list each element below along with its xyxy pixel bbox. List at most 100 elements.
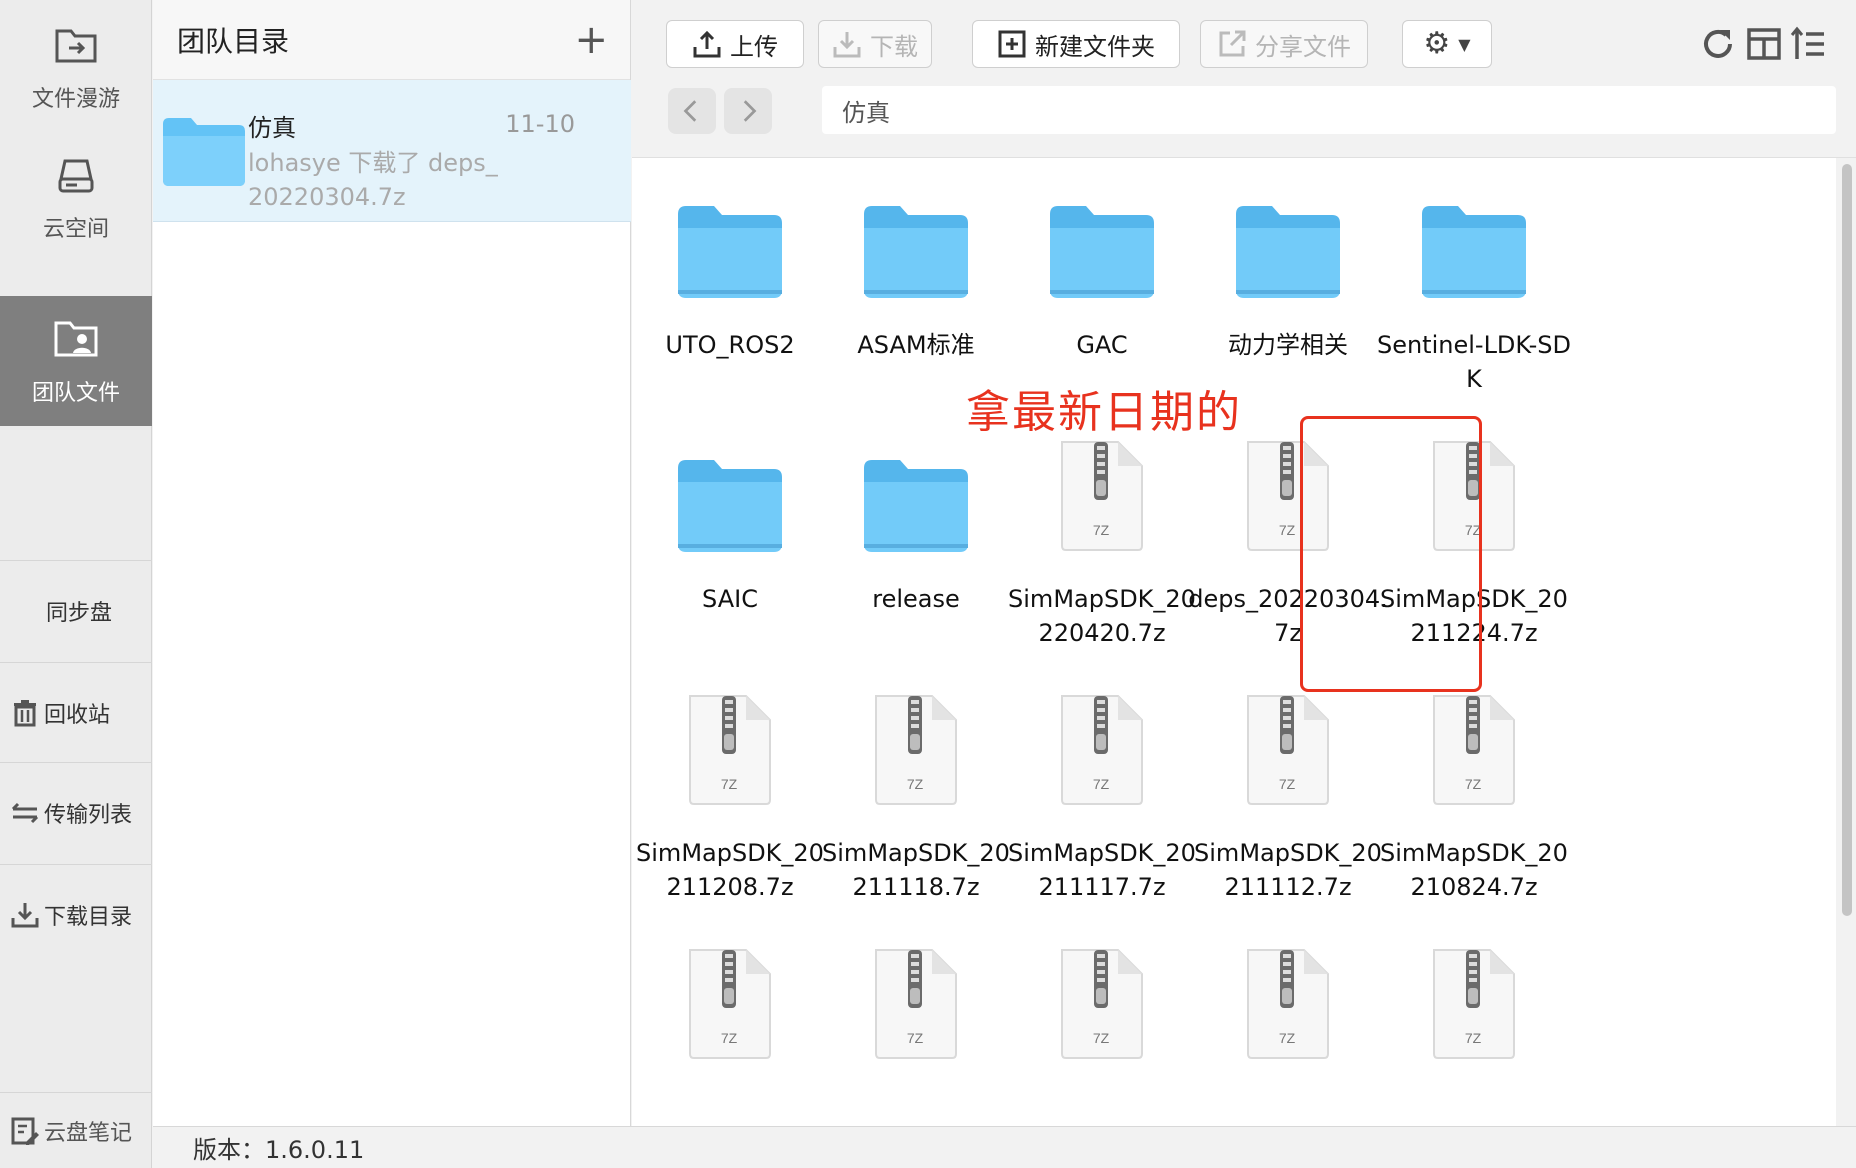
file-name: GAC (1076, 331, 1128, 359)
svg-text:7Z: 7Z (907, 1030, 924, 1046)
annotation-highlight-box (1300, 416, 1482, 692)
new-folder-button[interactable]: 新建文件夹 (972, 20, 1180, 68)
upload-button[interactable]: 上传 (666, 20, 804, 68)
file-name: UTO_ROS2 (665, 331, 795, 359)
file-name: ASAM标准 (857, 331, 975, 359)
share-file-button[interactable]: 分享文件 (1200, 20, 1368, 68)
archive-file-tile[interactable]: 7Z SimMapSDK_20211117.7z (1002, 686, 1202, 904)
archive-file-tile[interactable]: 7Z (1188, 940, 1388, 1090)
folder-tile[interactable]: ASAM标准 (816, 178, 1016, 362)
file-name: SimMapSDK_20210824.7z (1380, 839, 1568, 901)
scrollbar[interactable] (1836, 158, 1856, 1126)
nav-file-roaming[interactable]: 文件漫游 (0, 2, 152, 132)
archive-file-tile[interactable]: 7Z SimMapSDK_20211208.7z (632, 686, 830, 904)
breadcrumb[interactable]: 仿真 (822, 86, 1836, 134)
download-icon (833, 32, 861, 58)
folder-tile[interactable]: release (816, 432, 1016, 616)
zip-file-icon: 7Z (1404, 940, 1544, 1060)
toolbar: 上传 下载 新建文件夹 分享文件 ⚙ ▼ 仿真 (632, 0, 1856, 158)
left-nav: 文件漫游 云空间 团队文件 同步盘 回收站 传输列表 下载目录 云盘笔记 (0, 0, 152, 1168)
sort-list-icon[interactable] (1788, 24, 1828, 64)
chevron-left-icon (683, 100, 697, 122)
file-name: SAIC (702, 585, 758, 613)
nav-item-label: 传输列表 (44, 802, 133, 828)
nav-item-label: 文件漫游 (31, 87, 120, 112)
svg-text:7Z: 7Z (1093, 522, 1110, 538)
archive-file-tile[interactable]: 7Z (632, 940, 830, 1090)
zip-file-icon: 7Z (1218, 686, 1358, 806)
nav-sync-disk[interactable]: 同步盘 (0, 560, 152, 660)
nav-item-label: 云空间 (42, 217, 109, 242)
svg-text:7Z: 7Z (721, 776, 738, 792)
svg-text:7Z: 7Z (1093, 776, 1110, 792)
zip-file-icon: 7Z (1032, 686, 1172, 806)
cloud-drive-icon (58, 159, 94, 193)
archive-file-tile[interactable]: 7Z SimMapSDK_20211112.7z (1188, 686, 1388, 904)
nav-cloud-space[interactable]: 云空间 (0, 132, 152, 262)
archive-file-tile[interactable]: 7Z SimMapSDK_20211118.7z (816, 686, 1016, 904)
folder-tile[interactable]: SAIC (632, 432, 830, 616)
upload-icon (693, 30, 721, 58)
archive-file-tile[interactable]: 7Z SimMapSDK_20220420.7z (1002, 432, 1202, 650)
svg-text:7Z: 7Z (1279, 1030, 1296, 1046)
archive-file-tile[interactable]: 7Z (1002, 940, 1202, 1090)
file-browser: 上传 下载 新建文件夹 分享文件 ⚙ ▼ 仿真 7Z 7Z 7Z 7Z 7Z 7… (632, 0, 1856, 1126)
archive-file-tile[interactable]: 7Z SimMapSDK_20210824.7z (1374, 686, 1574, 904)
nav-item-label: 云盘笔记 (44, 1120, 133, 1146)
nav-item-label: 同步盘 (46, 600, 113, 626)
svg-text:7Z: 7Z (1093, 1030, 1110, 1046)
download-button[interactable]: 下载 (818, 20, 932, 68)
split-layout-icon[interactable] (1744, 24, 1784, 64)
folder-tile[interactable]: GAC (1002, 178, 1202, 362)
svg-text:7Z: 7Z (1279, 522, 1296, 538)
file-name: SimMapSDK_20211118.7z (822, 839, 1010, 901)
plus-icon[interactable]: + (574, 20, 608, 60)
nav-recycle-bin[interactable]: 回收站 (0, 662, 152, 762)
nav-item-label: 回收站 (44, 702, 111, 728)
archive-file-tile[interactable]: 7Z (1374, 940, 1574, 1090)
folder-tile[interactable]: UTO_ROS2 (632, 178, 830, 362)
folder-icon (846, 178, 986, 298)
gear-icon: ⚙ (1423, 26, 1451, 61)
folder-icon (660, 178, 800, 298)
nav-cloud-notes[interactable]: 云盘笔记 (0, 1092, 152, 1168)
folder-icon (846, 432, 986, 552)
zip-file-icon: 7Z (660, 940, 800, 1060)
settings-dropdown[interactable]: ⚙ ▼ (1402, 20, 1492, 68)
archive-file-tile[interactable]: 7Z (816, 940, 1016, 1090)
zip-file-icon: 7Z (660, 686, 800, 806)
add-folder-icon (998, 30, 1026, 58)
file-name: SimMapSDK_20220420.7z (1008, 585, 1196, 647)
zip-file-icon: 7Z (846, 940, 986, 1060)
status-bar: 版本：1.6.0.11 (153, 1126, 1856, 1168)
forward-button[interactable] (724, 88, 772, 134)
zip-file-icon: 7Z (1218, 940, 1358, 1060)
chevron-right-icon (743, 100, 757, 122)
folder-tile[interactable]: Sentinel-LDK-SDK (1374, 178, 1574, 396)
svg-text:7Z: 7Z (721, 1030, 738, 1046)
directory-item-activity: lohasye 下载了 deps_20220304.7z (248, 149, 498, 211)
share-icon (1219, 30, 1246, 57)
svg-text:7Z: 7Z (907, 776, 924, 792)
folder-icon (1404, 178, 1544, 298)
directory-item-date: 11-10 (505, 110, 575, 138)
file-name: 动力学相关 (1228, 331, 1348, 359)
directory-item[interactable]: 仿真 11-10 lohasye 下载了 deps_20220304.7z (153, 80, 631, 222)
folder-tile[interactable]: 动力学相关 (1188, 178, 1388, 362)
nav-team-files[interactable]: 团队文件 (0, 296, 152, 426)
note-edit-icon (11, 1117, 39, 1145)
nav-item-label: 团队文件 (31, 381, 120, 406)
folder-icon (163, 118, 245, 186)
new-folder-label: 新建文件夹 (1035, 32, 1155, 61)
nav-transfer-list[interactable]: 传输列表 (0, 762, 152, 862)
file-name: Sentinel-LDK-SDK (1376, 331, 1572, 393)
upload-label: 上传 (730, 32, 778, 61)
annotation-text: 拿最新日期的 (966, 387, 1242, 438)
breadcrumb-path: 仿真 (842, 98, 890, 127)
zip-file-icon: 7Z (1032, 432, 1172, 552)
back-button[interactable] (668, 88, 716, 134)
nav-download-dir[interactable]: 下载目录 (0, 864, 152, 964)
refresh-icon[interactable] (1698, 24, 1738, 64)
file-name: SimMapSDK_20211208.7z (636, 839, 824, 901)
scroll-thumb[interactable] (1842, 164, 1852, 916)
